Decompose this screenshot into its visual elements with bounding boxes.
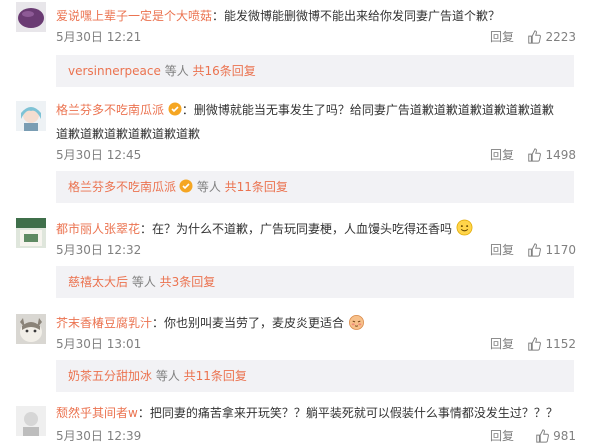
avatar[interactable]	[16, 101, 46, 131]
sub-replies-box[interactable]: 慈禧太大后 等人 共3条回复	[56, 266, 574, 298]
sub-reply-user[interactable]: 奶茶五分甜加冰	[68, 369, 152, 383]
sub-reply-user[interactable]: 慈禧太大后	[68, 275, 128, 289]
comment-body: ：把同妻的痛苦拿来开玩笑？？躺平装死就可以假装什么事情都没发生过？？？	[137, 406, 558, 420]
like-button[interactable]: 981	[535, 428, 576, 444]
sub-replies-box[interactable]: versinnerpeace 等人 共16条回复	[56, 55, 574, 87]
comment-time: 5月30日 12:21	[56, 30, 142, 44]
sub-reply-mid: 等人	[128, 275, 160, 289]
avatar[interactable]	[16, 314, 46, 344]
like-count: 2223	[545, 30, 576, 44]
comment-username[interactable]: 都市丽人张翠花	[56, 222, 140, 236]
thumbs-up-icon	[528, 243, 542, 257]
like-button[interactable]: 2223	[527, 29, 576, 45]
sub-reply-count[interactable]: 共11条回复	[184, 369, 247, 383]
user-badge-icon	[179, 179, 193, 193]
comment-text: 都市丽人张翠花：在？为什么不道歉，广告玩同妻梗，人血馒头吃得还香吗	[56, 217, 574, 241]
sub-reply-user[interactable]: 格兰芬多不吃南瓜派	[68, 180, 176, 194]
reply-button[interactable]: 回复	[490, 147, 514, 163]
like-count: 1170	[545, 243, 576, 257]
sub-reply-mid: 等人	[152, 369, 184, 383]
thumbs-up-icon	[528, 30, 542, 44]
sub-replies-box[interactable]: 奶茶五分甜加冰 等人 共11条回复	[56, 360, 574, 392]
comment-text: 芥末香椿豆腐乳汁：你也别叫麦当劳了，麦皮炎更适合	[56, 311, 574, 335]
sub-reply-count[interactable]: 共3条回复	[160, 275, 216, 289]
sub-reply-mid: 等人	[193, 180, 225, 194]
reply-button[interactable]: 回复	[490, 29, 514, 45]
comment-body: ：在？为什么不道歉，广告玩同妻梗，人血馒头吃得还香吗	[140, 222, 453, 236]
sub-reply-mid: 等人	[160, 64, 193, 78]
comment-body: ：删微博就能当无事发生了吗？给同妻广告道歉道歉道歉道歉道歉道歉	[181, 103, 554, 117]
comment-item: 都市丽人张翠花：在？为什么不道歉，广告玩同妻梗，人血馒头吃得还香吗 5月30日 …	[0, 212, 590, 300]
comment-username[interactable]: 颓然乎其间者w	[56, 406, 138, 420]
comment-item: 颓然乎其间者w：把同妻的痛苦拿来开玩笑？？躺平装死就可以假装什么事情都没发生过？…	[0, 400, 590, 448]
like-button[interactable]: 1170	[527, 242, 576, 258]
comment-body: ：你也别叫麦当劳了，麦皮炎更适合	[152, 316, 345, 330]
comment-item: 爱说嘿上辈子一定是个大喷菇：能发微博能删微博不能出来给你发同妻广告道个歉？ 5月…	[0, 0, 590, 90]
reply-button[interactable]: 回复	[490, 242, 514, 258]
reply-button[interactable]: 回复	[490, 428, 514, 444]
thumbs-up-icon	[528, 148, 542, 162]
avatar[interactable]	[16, 406, 46, 436]
comment-time: 5月30日 12:32	[56, 243, 142, 257]
thumbs-up-icon	[536, 429, 549, 443]
like-count: 1498	[545, 148, 576, 162]
comment-body: ：能发微博能删微博不能出来给你发同妻广告道个歉？	[212, 9, 501, 23]
like-count: 981	[553, 429, 576, 443]
like-button[interactable]: 1152	[527, 336, 576, 352]
like-count: 1152	[545, 337, 576, 351]
sub-reply-count[interactable]: 共16条回复	[193, 64, 256, 78]
thumbs-up-icon	[528, 337, 542, 351]
comment-username[interactable]: 格兰芬多不吃南瓜派	[56, 103, 164, 117]
reply-button[interactable]: 回复	[490, 336, 514, 352]
sub-reply-user[interactable]: versinnerpeace	[68, 64, 161, 78]
avatar[interactable]	[16, 218, 46, 248]
comment-username[interactable]: 芥末香椿豆腐乳汁	[56, 316, 152, 330]
sub-reply-count[interactable]: 共11条回复	[225, 180, 288, 194]
user-badge-icon	[168, 102, 182, 116]
sub-replies-box[interactable]: 格兰芬多不吃南瓜派 等人 共11条回复	[56, 171, 574, 203]
comment-username[interactable]: 爱说嘿上辈子一定是个大喷菇	[56, 9, 212, 23]
comment-time: 5月30日 13:01	[56, 337, 142, 351]
comment-text: 爱说嘿上辈子一定是个大喷菇：能发微博能删微博不能出来给你发同妻广告道个歉？	[56, 4, 574, 28]
comment-text-line2: 道歉道歉道歉道歉道歉道歉	[56, 127, 201, 141]
comment-item: 格兰芬多不吃南瓜派 ：删微博就能当无事发生了吗？给同妻广告道歉道歉道歉道歉道歉道…	[0, 95, 590, 205]
comment-text: 格兰芬多不吃南瓜派 ：删微博就能当无事发生了吗？给同妻广告道歉道歉道歉道歉道歉道…	[56, 98, 574, 122]
comment-time: 5月30日 12:39	[56, 429, 142, 443]
shy-emoji-icon	[348, 314, 364, 330]
comment-text: 颓然乎其间者w：把同妻的痛苦拿来开玩笑？？躺平装死就可以假装什么事情都没发生过？…	[56, 401, 574, 425]
avatar[interactable]	[16, 2, 46, 32]
comment-item: 芥末香椿豆腐乳汁：你也别叫麦当劳了，麦皮炎更适合 5月30日 13:01 回复 …	[0, 306, 590, 394]
smile-emoji-icon	[456, 219, 473, 236]
comment-time: 5月30日 12:45	[56, 148, 142, 162]
like-button[interactable]: 1498	[527, 147, 576, 163]
